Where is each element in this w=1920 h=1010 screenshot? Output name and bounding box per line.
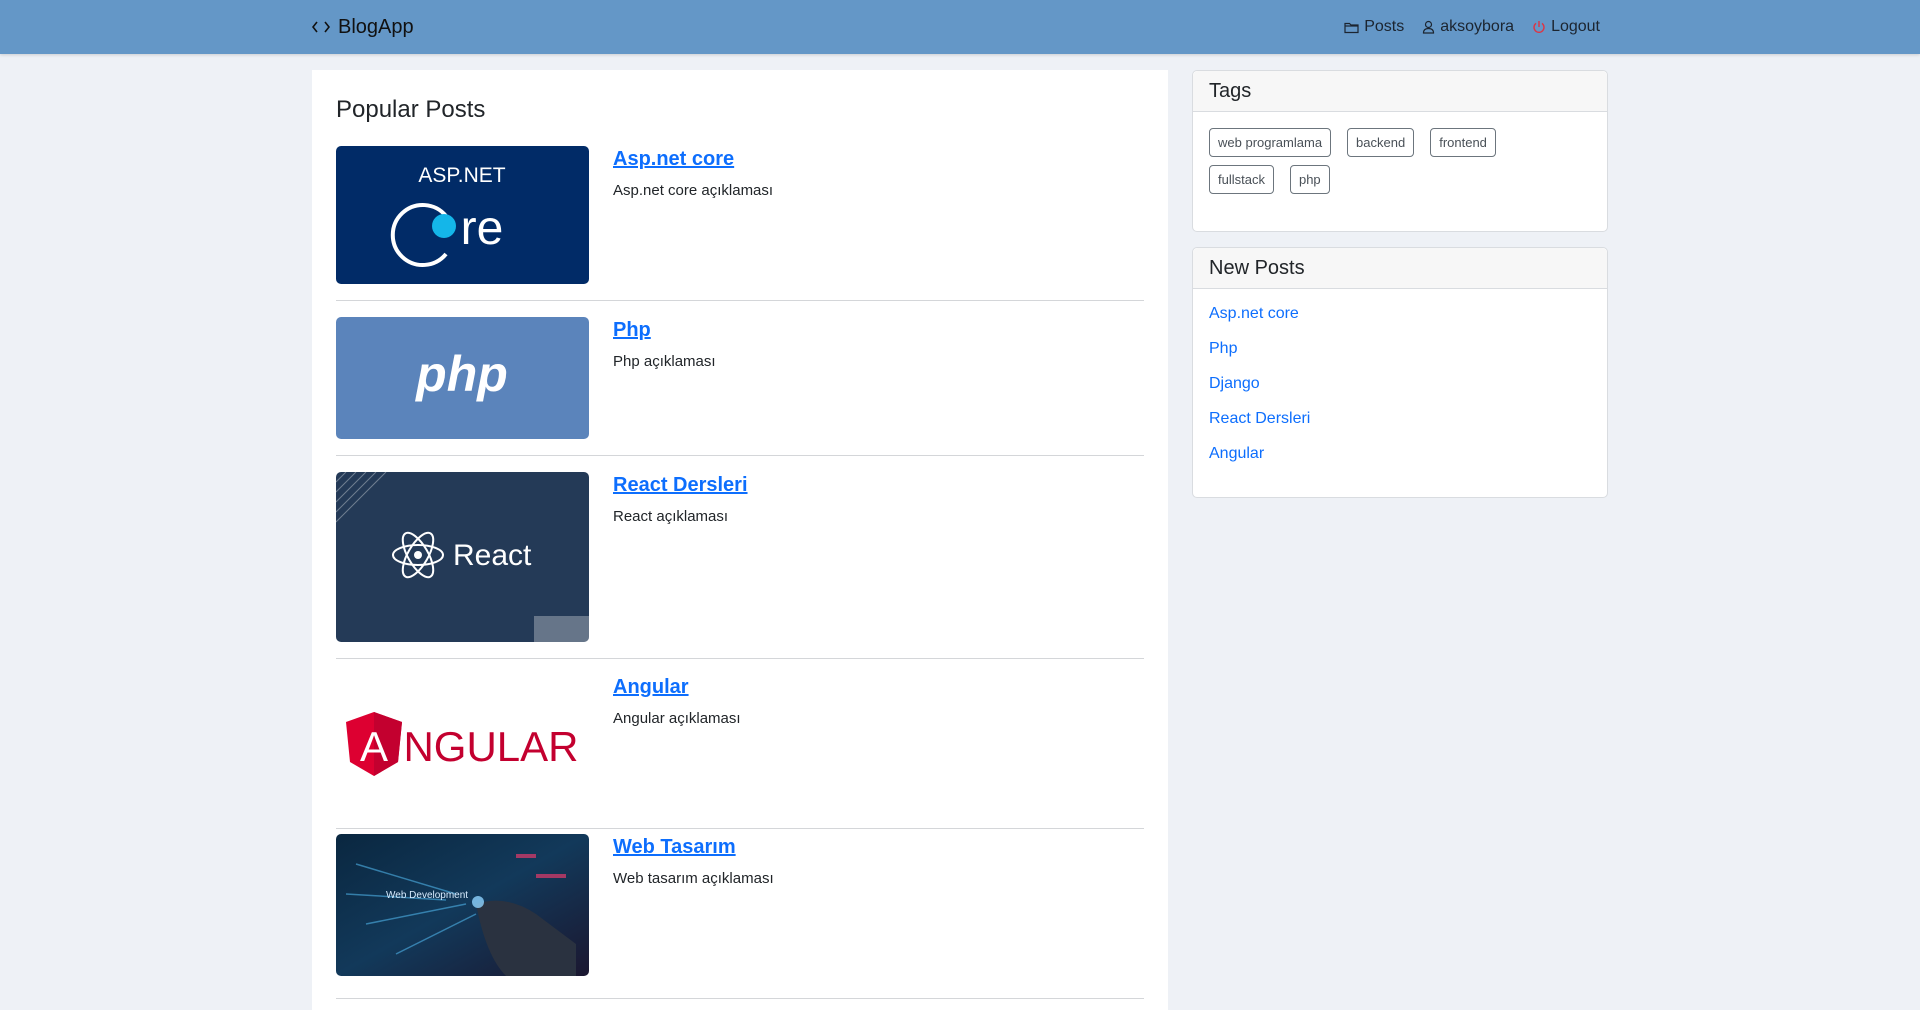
popular-posts-card: Popular Posts ASP.NET re Asp.net core As… xyxy=(312,70,1168,1010)
nav-user-label: aksoybora xyxy=(1440,18,1515,35)
tags-card: Tags web programlama backend frontend fu… xyxy=(1192,70,1608,232)
post-title-link[interactable]: Angular xyxy=(613,676,689,699)
svg-text:A: A xyxy=(360,723,388,770)
post-description: React açıklaması xyxy=(613,508,729,525)
post-description: Asp.net core açıklaması xyxy=(613,182,774,199)
folder-icon xyxy=(1344,22,1359,33)
post-thumbnail[interactable]: php xyxy=(336,317,589,439)
nav-user-link[interactable]: aksoybora xyxy=(1422,18,1514,36)
new-post-link[interactable]: Angular xyxy=(1209,445,1591,480)
nav-logout-label: Logout xyxy=(1551,18,1600,35)
nav-posts-label: Posts xyxy=(1364,18,1405,35)
brand-link[interactable]: BlogApp xyxy=(312,0,414,54)
tag-frontend[interactable]: frontend xyxy=(1430,128,1496,157)
post-thumbnail[interactable]: ASP.NET re xyxy=(336,146,589,284)
svg-text:React: React xyxy=(453,539,532,572)
new-post-link[interactable]: Asp.net core xyxy=(1209,305,1591,340)
post-item: React React Dersleri React açıklaması xyxy=(336,472,1144,659)
tag-list: web programlama backend frontend fullsta… xyxy=(1193,112,1555,194)
svg-text:ASP.NET: ASP.NET xyxy=(418,164,505,187)
new-posts-card-title: New Posts xyxy=(1193,248,1607,289)
section-title: Popular Posts xyxy=(336,96,486,123)
power-icon xyxy=(1533,21,1545,33)
navbar: BlogApp Posts aksoybora Logout xyxy=(0,0,1920,54)
svg-text:php: php xyxy=(414,346,508,402)
post-thumbnail[interactable]: React xyxy=(336,472,589,642)
tag-fullstack[interactable]: fullstack xyxy=(1209,165,1274,194)
svg-text:Web Development: Web Development xyxy=(386,890,468,901)
brand-label: BlogApp xyxy=(338,15,414,38)
post-thumbnail[interactable]: Web Development xyxy=(336,834,589,976)
code-icon xyxy=(312,21,330,33)
post-item: Web Development Web Tasarım Web tasarım … xyxy=(336,834,1144,999)
post-description: Php açıklaması xyxy=(613,353,716,370)
new-post-link[interactable]: Php xyxy=(1209,340,1591,375)
post-title-link[interactable]: React Dersleri xyxy=(613,474,748,497)
new-posts-card: New Posts Asp.net core Php Django React … xyxy=(1192,247,1608,498)
new-post-link[interactable]: React Dersleri xyxy=(1209,410,1591,445)
tags-card-title: Tags xyxy=(1193,71,1607,112)
nav-logout-link[interactable]: Logout xyxy=(1532,18,1600,36)
svg-text:re: re xyxy=(461,202,504,255)
new-posts-list: Asp.net core Php Django React Dersleri A… xyxy=(1193,289,1607,480)
post-title-link[interactable]: Asp.net core xyxy=(613,148,734,171)
tag-web-programlama[interactable]: web programlama xyxy=(1209,128,1332,157)
tag-backend[interactable]: backend xyxy=(1347,128,1415,157)
nav-posts-link[interactable]: Posts xyxy=(1344,18,1404,36)
post-description: Angular açıklaması xyxy=(613,710,741,727)
new-post-link[interactable]: Django xyxy=(1209,375,1591,410)
post-item: A NGULAR Angular Angular açıklaması xyxy=(336,674,1144,829)
post-item: ASP.NET re Asp.net core Asp.net core açı… xyxy=(336,146,1144,301)
tag-php[interactable]: php xyxy=(1289,165,1330,194)
post-title-link[interactable]: Web Tasarım xyxy=(613,836,736,859)
post-thumbnail[interactable]: A NGULAR xyxy=(336,674,589,812)
post-item: php Php Php açıklaması xyxy=(336,317,1144,456)
post-description: Web tasarım açıklaması xyxy=(613,870,774,887)
post-title-link[interactable]: Php xyxy=(613,319,651,342)
svg-text:NGULAR: NGULAR xyxy=(403,723,578,770)
user-icon xyxy=(1423,20,1435,34)
